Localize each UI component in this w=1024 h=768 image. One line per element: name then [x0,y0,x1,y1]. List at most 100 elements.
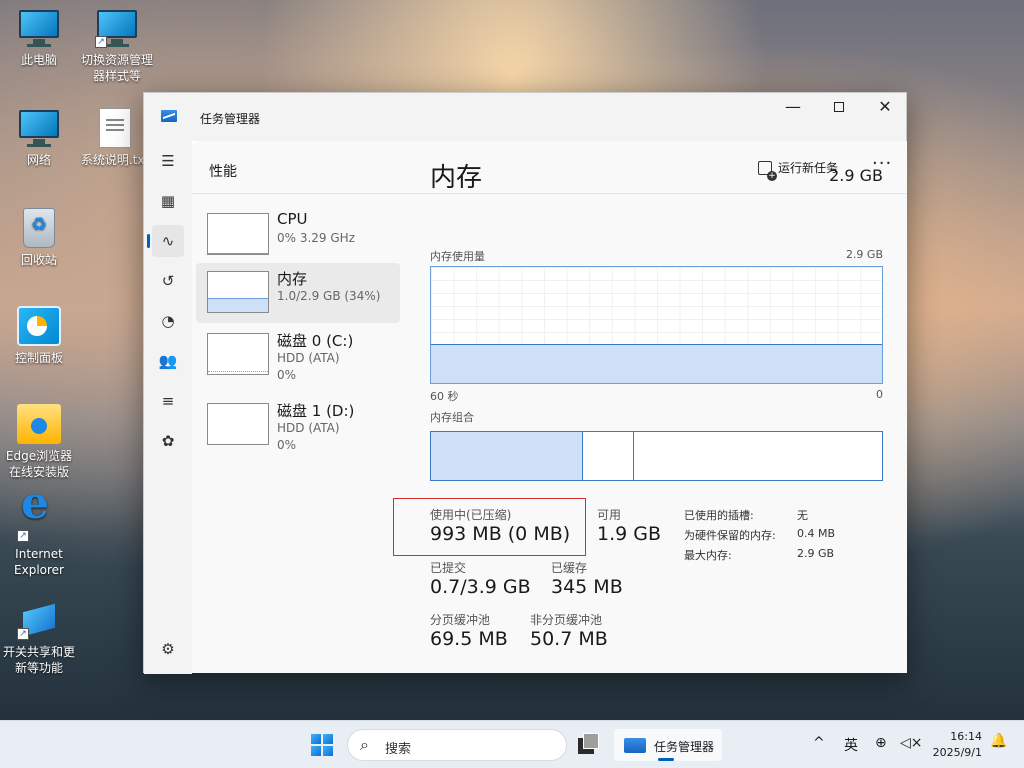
performance-nav-icon[interactable]: ∿ [147,225,184,257]
cpu-thumbnail-graph [207,213,269,255]
reserved-label: 为硬件保留的内存: [684,529,776,542]
desktop-icon-readme[interactable]: 系统说明.txt [79,108,151,168]
clock-time: 16:14 [950,730,982,743]
memory-heading: 内存 [430,163,483,193]
input-method-indicator[interactable]: 英 [844,735,858,755]
performance-content: 性能 运行新任务 ··· CPU 0% 3.29 GHz 内存 1.0/2.9 … [192,141,907,673]
available-label: 可用 [597,508,622,522]
composition-modified [583,432,634,480]
new-task-icon [758,161,777,181]
hamburger-menu-button[interactable]: ☰ [152,145,184,177]
desktop-icon-network[interactable]: 网络 [1,108,77,168]
max-memory-label: 最大内存: [684,549,732,562]
monitor-shortcut-icon [95,8,139,48]
desktop-icon-this-pc[interactable]: 此电脑 [1,8,77,68]
taskbar-search-box[interactable]: ⌕ 搜索 [347,729,567,761]
device-detail: HDD (ATA) [277,351,340,365]
minimize-button[interactable]: — [770,93,816,123]
network-share-icon [17,600,61,640]
close-button[interactable]: ✕ [862,93,908,123]
control-panel-icon [17,306,61,346]
desktop-icon-control-panel[interactable]: 控制面板 [1,306,77,366]
desktop-icon-internet-explorer[interactable]: Internet Explorer [1,496,77,578]
in-use-label: 使用中(已压缩) [430,508,512,522]
details-nav-icon[interactable]: ≡ [152,385,184,417]
device-usage: 0% [277,368,297,382]
settings-gear-icon[interactable]: ⚙ [152,633,184,665]
desktop-icon-label: 控制面板 [14,351,63,365]
device-name: 磁盘 1 (D:) [277,402,355,420]
committed-value: 0.7/3.9 GB [430,576,531,598]
taskbar-task-manager[interactable]: 任务管理器 [614,729,722,761]
speaker-muted-icon[interactable]: ◁× [900,735,923,751]
committed-label: 已提交 [430,561,467,575]
available-value: 1.9 GB [597,523,662,545]
desktop-icon-label: 回收站 [20,253,57,267]
memory-total: 2.9 GB [829,166,883,185]
system-clock[interactable]: 16:14 2025/9/1 [930,729,982,761]
nonpaged-pool-label: 非分页缓冲池 [530,613,603,627]
graph-time-right: 0 [876,388,883,401]
desktop-icon-label: 系统说明.txt [80,153,150,167]
composition-label: 内存组合 [430,411,474,424]
device-item-disk-1[interactable]: 磁盘 1 (D:) HDD (ATA) 0% [196,395,400,455]
disk1-thumbnail-graph [207,403,269,445]
services-nav-icon[interactable]: ✿ [152,425,184,457]
taskbar: ⌕ 搜索 任务管理器 ^ 英 ⊕ ◁× 16:14 2025/9/1 🔔 [0,720,1024,768]
page-title: 性能 [209,164,237,180]
device-item-memory[interactable]: 内存 1.0/2.9 GB (34%) [196,263,400,323]
composition-in-use [431,432,583,480]
users-nav-icon[interactable]: 👥 [152,345,184,377]
device-detail: 1.0/2.9 GB (34%) [277,289,381,303]
run-new-task-button[interactable]: 运行新任务 [758,159,838,181]
memory-composition-bar [430,431,883,481]
globe-network-icon[interactable]: ⊕ [875,735,887,751]
device-detail: 0% 3.29 GHz [277,231,356,245]
startup-apps-nav-icon[interactable]: ◔ [152,305,184,337]
device-usage: 0% [277,438,297,452]
computer-icon [17,8,61,48]
desktop-icon-label: 网络 [26,153,51,167]
device-name: CPU [277,210,308,228]
desktop-icon-edge-installer[interactable]: Edge浏览器在线安装版 [1,404,77,480]
chevron-up-icon[interactable]: ^ [813,735,825,751]
paged-pool-value: 69.5 MB [430,628,508,650]
processes-nav-icon[interactable]: ▦ [152,185,184,217]
memory-usage-graph [430,266,883,384]
nonpaged-pool-value: 50.7 MB [530,628,608,650]
slots-label: 已使用的插槽: [684,509,754,522]
title-bar[interactable]: 任务管理器 — ✕ [144,93,906,141]
maximize-icon [834,102,844,112]
header-divider [192,193,907,194]
disk0-thumbnail-graph [207,333,269,375]
usage-graph-max: 2.9 GB [845,248,883,261]
folder-icon [17,404,61,444]
graph-time-left: 60 秒 [430,390,459,403]
memory-usage-fill [431,343,882,383]
maximize-button[interactable] [816,93,862,123]
desktop-icon-label: Internet Explorer [14,547,64,577]
desktop-icon-share-toggle[interactable]: 开关共享和更新等功能 [1,600,77,676]
clock-date: 2025/9/1 [932,746,982,759]
search-icon: ⌕ [360,735,369,754]
app-history-nav-icon[interactable]: ↺ [152,265,184,297]
text-file-icon [99,108,131,148]
window-title: 任务管理器 [200,112,261,126]
device-name: 内存 [277,270,308,288]
paged-pool-label: 分页缓冲池 [430,613,491,627]
notification-bell-icon[interactable]: 🔔 [990,733,1007,749]
task-view-button[interactable] [578,729,600,761]
active-indicator [658,758,674,761]
device-item-cpu[interactable]: CPU 0% 3.29 GHz [196,205,400,265]
device-item-disk-0[interactable]: 磁盘 0 (C:) HDD (ATA) 0% [196,325,400,385]
recycle-bin-icon [23,208,55,248]
desktop-icon-recycle-bin[interactable]: 回收站 [1,208,77,268]
ie-icon [17,496,61,542]
start-button[interactable] [311,734,333,756]
nav-rail: ☰ ▦ ∿ ↺ ◔ 👥 ≡ ✿ ⚙ [144,141,192,674]
device-name: 磁盘 0 (C:) [277,332,354,350]
cached-label: 已缓存 [551,561,588,575]
memory-thumbnail-graph [207,271,269,313]
desktop-icon-explorer-style[interactable]: 切换资源管理器样式等 [79,8,155,84]
usage-graph-label: 内存使用量 [430,250,485,263]
